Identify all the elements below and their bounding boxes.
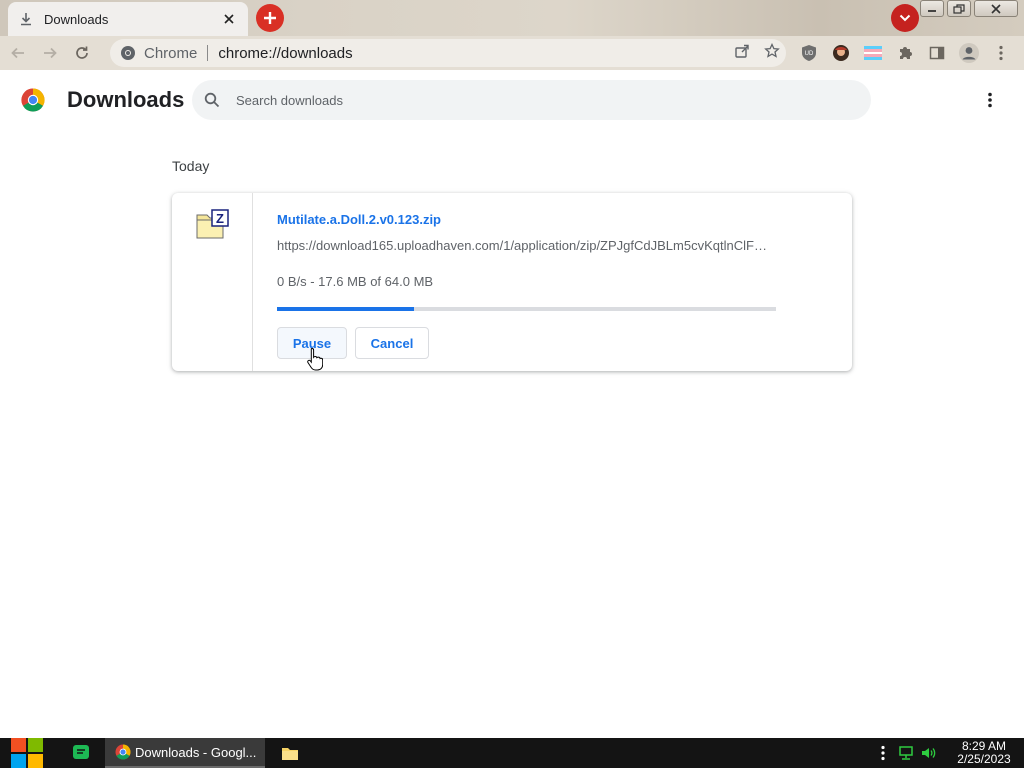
bookmark-star-icon[interactable] [764,42,780,64]
forward-button[interactable] [36,39,64,67]
chrome-site-icon [121,46,135,60]
taskbar: Downloads - Googl... 8:29 AM 2/25/2023 [0,738,1024,768]
download-progress-fill [277,307,415,311]
plus-icon [264,12,276,24]
clock-date: 2/25/2023 [957,752,1011,766]
windows-start-icon[interactable] [10,738,44,768]
minimize-button[interactable] [920,0,944,17]
title-bar: Downloads [0,0,1024,36]
url-text[interactable]: chrome://downloads [218,45,352,62]
minimize-icon [928,9,936,12]
kebab-menu-icon[interactable] [990,42,1012,64]
back-button[interactable] [4,39,32,67]
hand-cursor-icon [307,347,323,371]
close-tab-icon[interactable] [220,10,238,28]
flag-extension-icon[interactable] [862,42,884,64]
browser-toolbar: Chrome chrome://downloads UD [0,36,1024,70]
back-arrow-icon [11,47,24,59]
address-separator [207,45,209,61]
avatar-extension-icon[interactable] [830,42,852,64]
search-icon [204,92,220,108]
address-bar[interactable]: Chrome chrome://downloads [110,39,786,67]
svg-text:UD: UD [805,51,814,57]
download-item: Z Mutilate.a.Doll.2.v0.123.zip https://d… [172,193,852,371]
puzzle-extensions-icon[interactable] [894,42,916,64]
site-label: Chrome [144,44,198,62]
download-icon [18,11,34,27]
system-tray: 8:29 AM 2/25/2023 [880,738,1024,768]
cancel-button[interactable]: Cancel [355,327,429,359]
new-tab-button[interactable] [256,4,284,32]
tab-title: Downloads [44,11,109,27]
chrome-logo-icon [21,88,45,112]
close-icon [991,3,1001,14]
restore-icon [953,3,965,14]
downloads-header: Downloads [0,70,1024,130]
chrome-taskbar-icon [115,744,131,760]
window-controls [920,0,1018,17]
ublock-extension-icon[interactable]: UD [798,42,820,64]
taskbar-task-label: Downloads - Googl... [135,744,257,760]
file-explorer-icon[interactable] [280,743,300,763]
chat-app-icon[interactable] [71,743,91,763]
download-progress-bar [277,307,776,311]
tab-search-button[interactable] [891,4,919,32]
volume-icon[interactable] [920,745,936,761]
clock[interactable]: 8:29 AM 2/25/2023 [944,740,1024,766]
search-input[interactable] [236,92,836,108]
date-section-label: Today [172,158,210,174]
chevron-down-icon [899,14,911,22]
search-box[interactable] [192,80,871,120]
download-status-text: 0 B/s - 17.6 MB of 64.0 MB [277,274,434,289]
forward-arrow-icon [44,47,57,59]
reload-icon [76,46,88,59]
zip-file-icon: Z [196,209,229,239]
more-actions-button[interactable] [978,88,1002,112]
svg-text:Z: Z [216,211,224,226]
kebab-menu-icon [988,92,992,108]
network-icon[interactable] [898,745,914,761]
taskbar-chrome-task[interactable]: Downloads - Googl... [105,738,265,768]
page-title: Downloads [67,87,185,112]
restore-button[interactable] [947,0,971,17]
download-source-url[interactable]: https://download165.uploadhaven.com/1/ap… [277,238,777,253]
download-icon-column: Z [172,193,253,371]
tab-downloads[interactable]: Downloads [8,2,248,36]
reload-button[interactable] [68,39,96,67]
download-file-name-link[interactable]: Mutilate.a.Doll.2.v0.123.zip [277,212,441,227]
share-icon[interactable] [734,43,750,64]
tray-overflow-icon[interactable] [880,745,886,761]
close-window-button[interactable] [974,0,1018,17]
side-panel-icon[interactable] [926,42,948,64]
profile-icon[interactable] [958,42,980,64]
